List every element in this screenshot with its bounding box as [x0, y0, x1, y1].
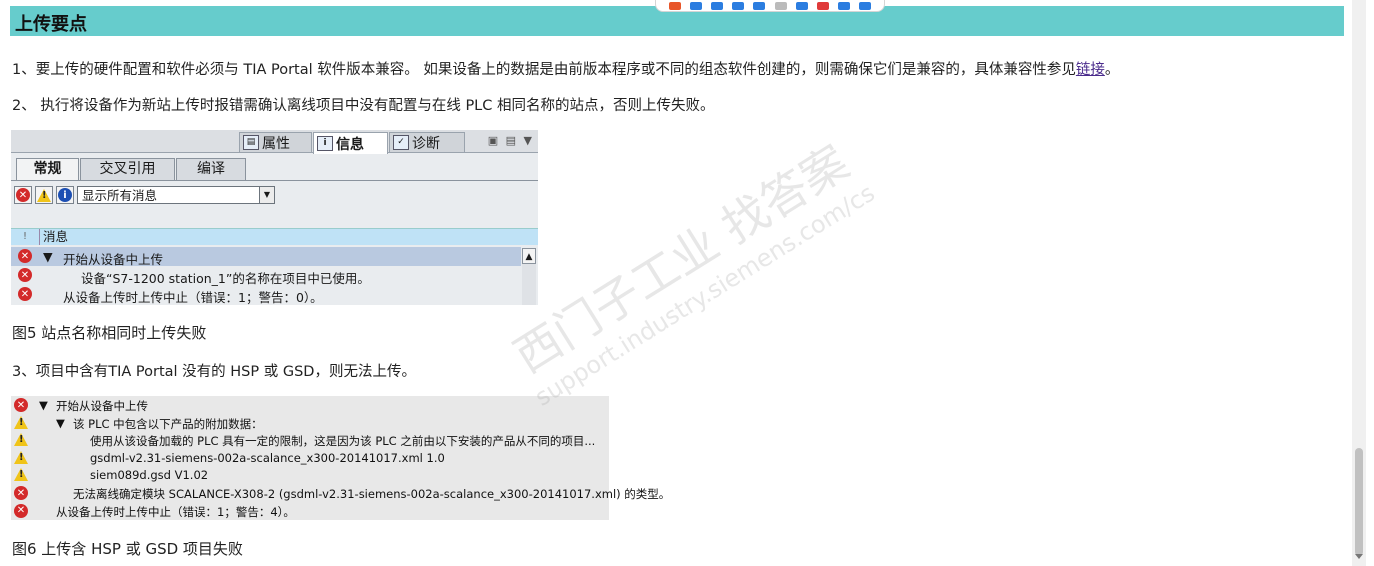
tab-diagnostics[interactable]: ✓ 诊断 — [389, 132, 465, 152]
message-row: siem089d.gsd V1.02 — [11, 466, 609, 484]
message-filter-select[interactable]: 显示所有消息 ▼ — [77, 186, 275, 204]
message-text: 无法离线确定模块 SCALANCE-X308-2 (gsdml-v2.31-si… — [73, 487, 671, 501]
floating-toolbar[interactable] — [655, 0, 885, 12]
figure-5-caption: 图5 站点名称相同时上传失败 — [12, 324, 207, 342]
warning-icon — [14, 415, 28, 429]
scroll-down-icon[interactable] — [1355, 554, 1363, 559]
message-text: 从设备上传时上传中止（错误：1；警告：4）。 — [56, 504, 295, 519]
compatibility-link[interactable]: 链接 — [1076, 62, 1105, 78]
severity-column-header: ! — [11, 229, 40, 245]
paragraph-2: 2、 执行将设备作为新站上传时报错需确认离线项目中没有配置与在线 PLC 相同名… — [12, 98, 715, 114]
gift-icon[interactable] — [816, 2, 829, 10]
paragraph-3: 3、项目中含有TIA Portal 没有的 HSP 或 GSD，则无法上传。 — [12, 364, 416, 380]
message-row[interactable]: ✕ 设备“S7-1200 station_1”的名称在项目中已使用。 — [11, 266, 521, 286]
expand-arrow-icon: ▼ — [39, 398, 48, 412]
info-tab-icon: i — [317, 136, 333, 151]
message-row: ▼ 该 PLC 中包含以下产品的附加数据： — [11, 414, 609, 432]
info-subtabs: 常规 交叉引用 编译 — [11, 158, 538, 181]
message-text: 该 PLC 中包含以下产品的附加数据： — [73, 416, 263, 431]
message-row: ✕ 从设备上传时上传中止（错误：1；警告：4）。 — [11, 502, 609, 520]
message-grid-header: ! 消息 — [11, 228, 538, 245]
error-icon: ✕ — [18, 268, 32, 282]
page-scrollbar[interactable] — [1352, 0, 1366, 566]
scroll-up-icon[interactable]: ▲ — [522, 248, 536, 264]
tab-properties[interactable]: ▤ 属性 — [239, 132, 312, 152]
warning-icon — [14, 433, 28, 447]
watermark-text: 西门子工业 找答案 — [504, 134, 858, 384]
tab-properties-label: 属性 — [262, 135, 290, 152]
dropdown-arrow-icon[interactable]: ▼ — [259, 187, 274, 203]
figure-5-screenshot: ▤ 属性 i 信息 ✓ 诊断 ▣ ▤ ▼ 常规 交叉引用 编译 ✕ i 显示所有… — [11, 130, 538, 305]
expand-arrow-icon[interactable]: ▼ — [43, 249, 53, 264]
settings-icon[interactable] — [859, 2, 872, 10]
mic-icon[interactable] — [732, 2, 745, 10]
paragraph-1-end: 。 — [1104, 62, 1120, 78]
message-filter-value: 显示所有消息 — [82, 188, 158, 203]
warning-icon — [14, 468, 28, 482]
error-icon: ✕ — [14, 398, 28, 412]
user-icon[interactable] — [774, 2, 787, 10]
diagnostics-icon: ✓ — [393, 135, 409, 150]
keyboard-icon[interactable] — [753, 2, 766, 10]
warning-icon — [14, 450, 28, 464]
filter-info-button[interactable]: i — [56, 186, 74, 204]
message-text: siem089d.gsd V1.02 — [90, 468, 209, 483]
scrollbar-thumb[interactable] — [1355, 448, 1363, 556]
subtab-general[interactable]: 常规 — [16, 158, 79, 180]
error-icon: ✕ — [18, 249, 32, 263]
warning-icon — [37, 188, 51, 202]
inspector-tabbar: ▤ 属性 i 信息 ✓ 诊断 ▣ ▤ ▼ — [11, 130, 538, 154]
tab-diagnostics-label: 诊断 — [412, 135, 440, 152]
section-title: 上传要点 — [15, 14, 87, 35]
message-text: 开始从设备中上传 — [56, 399, 148, 413]
info-icon: i — [58, 188, 72, 202]
message-text: 使用从该设备加载的 PLC 具有一定的限制，这是因为该 PLC 之前由以下安装的… — [90, 434, 596, 449]
tab-info-label: 信息 — [336, 136, 364, 153]
figure-6-caption: 图6 上传含 HSP 或 GSD 项目失败 — [12, 540, 243, 558]
expand-arrow-icon: ▼ — [56, 415, 65, 430]
error-icon: ✕ — [14, 503, 28, 518]
subtab-cross-reference[interactable]: 交叉引用 — [80, 158, 175, 180]
paragraph-1: 1、要上传的硬件配置和软件必须与 TIA Portal 软件版本兼容。 如果设备… — [12, 58, 1119, 79]
message-filter-toolbar: ✕ i 显示所有消息 ▼ — [14, 184, 275, 206]
error-icon: ✕ — [16, 188, 30, 202]
window-controls-icon[interactable]: ▣ ▤ ▼ — [488, 134, 534, 147]
error-icon: ✕ — [18, 287, 32, 301]
file-icon[interactable] — [838, 2, 851, 10]
paragraph-1-text: 1、要上传的硬件配置和软件必须与 TIA Portal 软件版本兼容。 如果设备… — [12, 62, 1076, 78]
message-row: ✕ 无法离线确定模块 SCALANCE-X308-2 (gsdml-v2.31-… — [11, 484, 670, 502]
properties-icon: ▤ — [243, 135, 259, 150]
figure-6-screenshot: ✕ ▼ 开始从设备中上传 ▼ 该 PLC 中包含以下产品的附加数据： 使用从该设… — [11, 396, 670, 520]
filter-errors-button[interactable]: ✕ — [14, 186, 32, 204]
moon-icon[interactable] — [710, 2, 723, 10]
message-row[interactable]: ✕ ▼ 开始从设备中上传 — [11, 247, 521, 267]
filter-warnings-button[interactable] — [35, 186, 53, 204]
subtab-compile[interactable]: 编译 — [176, 158, 246, 180]
message-row[interactable]: ✕ 从设备上传时上传中止（错误：1；警告：0）。 — [11, 285, 521, 305]
message-row: gsdml-v2.31-siemens-002a-scalance_x300-2… — [11, 449, 609, 467]
tab-info[interactable]: i 信息 — [313, 132, 388, 154]
message-text: gsdml-v2.31-siemens-002a-scalance_x300-2… — [90, 450, 445, 465]
chinese-icon[interactable] — [689, 2, 702, 10]
share-icon[interactable] — [668, 2, 681, 10]
error-icon: ✕ — [14, 486, 28, 500]
grid-scrollbar[interactable] — [522, 264, 536, 305]
message-text: 从设备上传时上传中止（错误：1；警告：0）。 — [63, 290, 323, 305]
message-column-header: 消息 — [43, 229, 69, 244]
clothes-icon[interactable] — [795, 2, 808, 10]
message-row: ✕ ▼ 开始从设备中上传 — [11, 396, 609, 414]
message-row: 使用从该设备加载的 PLC 具有一定的限制，这是因为该 PLC 之前由以下安装的… — [11, 431, 609, 449]
